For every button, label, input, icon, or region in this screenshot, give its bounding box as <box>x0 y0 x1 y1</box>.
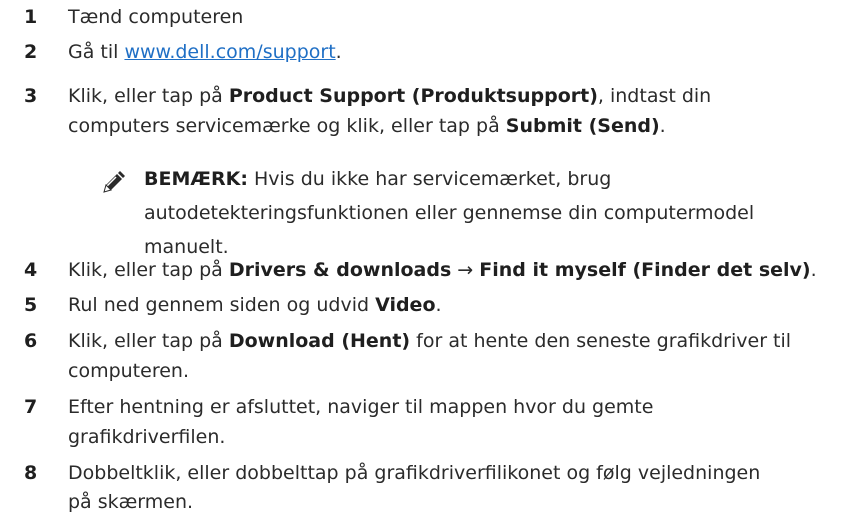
step-text-line-1: Klik, eller tap på Product Support (Prod… <box>68 83 828 110</box>
text-segment: Klik, eller tap på <box>68 85 229 107</box>
text-segment: . <box>659 115 666 137</box>
dell-support-link[interactable]: www.dell.com/support <box>124 41 335 63</box>
text-segment: Rul ned gennem siden og udvid <box>68 294 376 316</box>
text-segment: . <box>810 259 817 281</box>
text-segment: computers servicemærke og klik, eller ta… <box>68 115 506 137</box>
note-line-2: autodetekteringsfunktionen eller gennems… <box>144 202 755 224</box>
arrow-separator: → <box>451 259 480 281</box>
text-segment: . <box>435 294 442 316</box>
step-text: Tænd computeren <box>68 6 244 28</box>
text-segment: Klik, eller tap på <box>68 259 229 281</box>
step-text-line-2: computeren. <box>68 360 189 382</box>
step-text-line-1: Dobbeltklik, eller dobbelttap på grafikd… <box>68 462 761 484</box>
bold-term: Drivers & downloads <box>228 259 452 281</box>
step-text: Rul ned gennem siden og udvid Video. <box>68 292 828 319</box>
bold-term: Find it myself (Finder det selv) <box>479 259 811 281</box>
step-number: 8 <box>24 462 38 484</box>
bold-term: Download (Hent) <box>228 330 411 352</box>
step-number: 7 <box>24 396 38 418</box>
bold-term: Video <box>375 294 436 316</box>
step-number: 5 <box>24 294 38 316</box>
step-number: 1 <box>24 6 38 28</box>
step-text-line-2: computers servicemærke og klik, eller ta… <box>68 113 828 140</box>
note-text: Hvis du ikke har servicemærket, brug <box>247 168 612 190</box>
pencil-note-icon <box>102 170 126 194</box>
text-segment: , indtast din <box>597 85 712 107</box>
note-label: BEMÆRK: <box>144 168 248 190</box>
step-text: Gå til www.dell.com/support. <box>68 39 828 66</box>
text-segment: Klik, eller tap på <box>68 330 229 352</box>
step-number: 4 <box>24 259 38 281</box>
step-text-line-2: på skærmen. <box>68 491 194 513</box>
step-text-prefix: Gå til <box>68 41 125 63</box>
step-text-line-1: Efter hentning er afsluttet, naviger til… <box>68 396 654 418</box>
bold-term: Product Support (Produktsupport) <box>228 85 598 107</box>
step-text-line-2: grafikdriverfilen. <box>68 426 226 448</box>
text-segment: for at hente den seneste grafikdriver ti… <box>410 330 792 352</box>
step-number: 3 <box>24 85 38 107</box>
bold-term: Submit (Send) <box>505 115 660 137</box>
step-text-suffix: . <box>335 41 342 63</box>
step-number: 6 <box>24 330 38 352</box>
step-number: 2 <box>24 41 38 63</box>
step-text: Klik, eller tap på Drivers & downloads →… <box>68 257 828 284</box>
step-text-line-1: Klik, eller tap på Download (Hent) for a… <box>68 328 828 355</box>
note-line-1: BEMÆRK: Hvis du ikke har servicemærket, … <box>144 164 611 194</box>
